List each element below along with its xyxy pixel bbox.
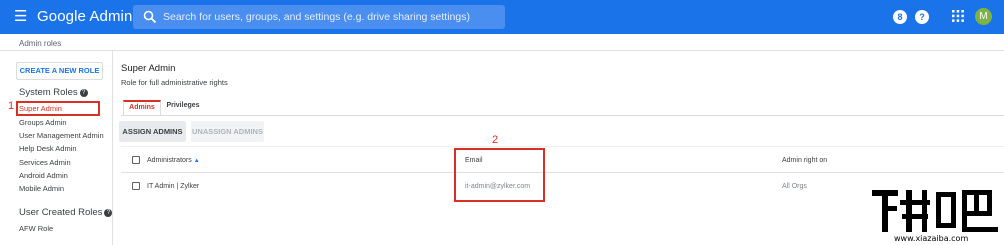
annotation-box-2 (454, 148, 545, 202)
search-input[interactable] (163, 5, 498, 29)
role-item-mobile-admin[interactable]: Mobile Admin (19, 184, 64, 193)
sort-ascending-icon: ▲ (193, 158, 200, 164)
user-avatar[interactable]: M (975, 8, 992, 25)
unassign-admins-button[interactable]: UNASSIGN ADMINS (191, 121, 264, 142)
watermark-url: www.xiazaiba.com (894, 234, 969, 243)
annotation-box-1 (16, 101, 100, 116)
breadcrumb-divider (0, 50, 1004, 51)
role-title: Super Admin (121, 63, 176, 74)
hamburger-menu-icon[interactable]: ☰ (14, 9, 30, 25)
sidebar-divider (112, 51, 113, 245)
help-circle-icon[interactable]: ? (79, 89, 88, 97)
role-item-help-desk-admin[interactable]: Help Desk Admin (19, 144, 77, 153)
admin-scope: All Orgs (782, 183, 807, 190)
help-icon[interactable]: ? (915, 10, 929, 24)
role-item-groups-admin[interactable]: Groups Admin (19, 118, 67, 127)
select-all-checkbox[interactable] (132, 156, 140, 164)
breadcrumb[interactable]: Admin roles (19, 39, 61, 48)
role-item-services-admin[interactable]: Services Admin (19, 158, 71, 167)
top-app-bar: ☰ Google Admin 8 ? M (0, 0, 1004, 34)
tab-divider (121, 115, 1004, 116)
apps-grid-icon[interactable] (952, 10, 964, 22)
table-header-divider (121, 172, 1004, 173)
row-checkbox[interactable] (132, 182, 140, 190)
table-top-divider (121, 146, 1004, 147)
column-header-admin-right-on: Admin right on (782, 157, 828, 164)
role-description: Role for full administrative rights (121, 78, 228, 87)
notification-badge-icon[interactable]: 8 (893, 10, 907, 24)
search-icon (143, 10, 157, 24)
assign-admins-button[interactable]: ASSIGN ADMINS (119, 121, 186, 142)
role-item-user-management-admin[interactable]: User Management Admin (19, 131, 104, 140)
user-created-roles-heading: User Created Roles? (19, 207, 113, 218)
admin-name[interactable]: IT Admin | Zylker (147, 183, 199, 190)
search-bar[interactable] (133, 5, 505, 29)
role-item-afw-role[interactable]: AFW Role (19, 224, 53, 233)
user-created-roles-title: User Created Roles (19, 207, 103, 218)
annotation-number-1: 1 (8, 100, 15, 112)
annotation-number-2: 2 (492, 134, 499, 146)
tab-admins[interactable]: Admins (123, 100, 161, 116)
column-header-administrators[interactable]: Administrators ▲ (147, 157, 200, 164)
create-new-role-button[interactable]: CREATE A NEW ROLE (16, 62, 103, 80)
system-roles-title: System Roles (19, 87, 78, 98)
system-roles-heading: System Roles? (19, 87, 88, 98)
column-header-administrators-label: Administrators (147, 157, 192, 164)
app-title[interactable]: Google Admin (37, 8, 132, 25)
tab-privileges[interactable]: Privileges (161, 100, 205, 116)
role-item-android-admin[interactable]: Android Admin (19, 171, 68, 180)
